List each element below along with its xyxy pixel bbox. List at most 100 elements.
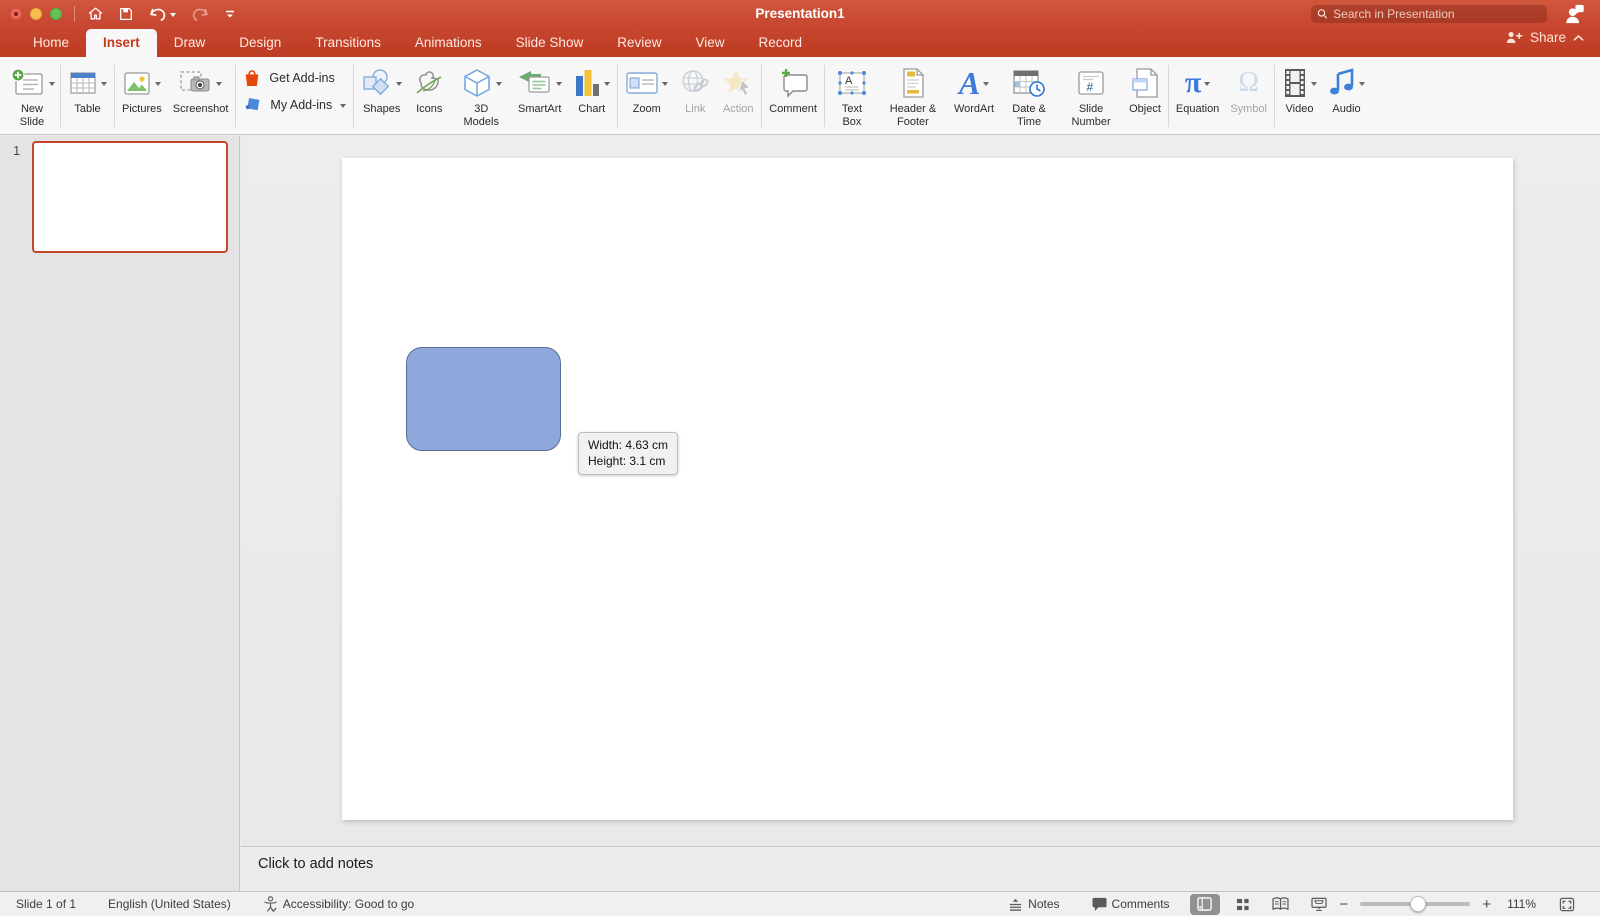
text-box-button[interactable]: A Text Box bbox=[832, 61, 872, 128]
comments-toggle[interactable]: Comments bbox=[1076, 897, 1186, 911]
tab-draw[interactable]: Draw bbox=[157, 29, 223, 57]
minimize-window-button[interactable] bbox=[30, 8, 42, 20]
audio-button[interactable]: Audio bbox=[1328, 61, 1365, 116]
comment-button[interactable]: Comment bbox=[769, 61, 817, 116]
chevron-up-icon[interactable] bbox=[1573, 34, 1584, 42]
link-icon bbox=[679, 68, 711, 98]
accessibility-icon bbox=[263, 896, 278, 912]
slide-sorter-view-button[interactable] bbox=[1228, 894, 1258, 915]
header-footer-button[interactable]: Header & Footer bbox=[883, 61, 943, 128]
titlebar-divider bbox=[74, 6, 75, 22]
zoom-button[interactable]: Zoom bbox=[625, 61, 668, 116]
shape-size-tooltip: Width: 4.63 cm Height: 3.1 cm bbox=[578, 432, 678, 475]
wordart-button[interactable]: A WordArt bbox=[954, 61, 994, 116]
equation-dropdown[interactable] bbox=[1204, 82, 1210, 86]
tab-animations[interactable]: Animations bbox=[398, 29, 499, 57]
chart-dropdown[interactable] bbox=[604, 82, 610, 86]
tab-record[interactable]: Record bbox=[742, 29, 820, 57]
undo-dropdown-caret[interactable] bbox=[170, 13, 176, 17]
normal-view-button[interactable] bbox=[1190, 894, 1220, 915]
notes-placeholder[interactable]: Click to add notes bbox=[258, 856, 373, 872]
search-input[interactable] bbox=[1333, 7, 1541, 21]
header-footer-icon bbox=[900, 67, 926, 99]
traffic-lights bbox=[10, 8, 62, 20]
customize-quick-access-icon[interactable] bbox=[224, 8, 236, 20]
normal-view-icon bbox=[1197, 897, 1212, 911]
zoom-dropdown[interactable] bbox=[662, 82, 668, 86]
slide-canvas[interactable]: Width: 4.63 cm Height: 3.1 cm bbox=[342, 158, 1513, 820]
shapes-dropdown[interactable] bbox=[396, 82, 402, 86]
notes-pane-icon bbox=[1008, 898, 1023, 911]
fit-slide-to-window-button[interactable] bbox=[1552, 894, 1582, 915]
reading-view-button[interactable] bbox=[1266, 894, 1296, 915]
share-button[interactable]: Share bbox=[1506, 30, 1584, 45]
screenshot-button[interactable]: Screenshot bbox=[173, 61, 229, 116]
shapes-icon bbox=[361, 68, 393, 98]
slide-number-button[interactable]: # Slide Number bbox=[1064, 61, 1118, 128]
undo-button[interactable] bbox=[148, 5, 176, 22]
video-dropdown[interactable] bbox=[1311, 82, 1317, 86]
tab-review[interactable]: Review bbox=[600, 29, 678, 57]
audio-dropdown[interactable] bbox=[1359, 82, 1365, 86]
new-slide-button[interactable]: New Slide bbox=[11, 61, 53, 128]
slide-1-thumbnail[interactable] bbox=[32, 141, 228, 253]
table-button[interactable]: Table bbox=[68, 61, 107, 116]
get-addins-button[interactable]: Get Add-ins bbox=[243, 68, 346, 87]
icons-button[interactable]: Icons bbox=[413, 61, 445, 116]
ribbon-tab-row: Home Insert Draw Design Transitions Anim… bbox=[0, 27, 1600, 57]
smartart-button[interactable]: SmartArt bbox=[517, 61, 562, 116]
search-box[interactable] bbox=[1311, 5, 1547, 23]
chart-button[interactable]: Chart bbox=[573, 61, 610, 116]
object-button[interactable]: Object bbox=[1129, 61, 1161, 116]
new-slide-icon bbox=[10, 68, 46, 98]
tooltip-width: Width: 4.63 cm bbox=[588, 438, 668, 454]
date-time-icon bbox=[1012, 68, 1046, 98]
tab-transitions[interactable]: Transitions bbox=[298, 29, 398, 57]
account-avatar-icon[interactable] bbox=[1563, 3, 1586, 30]
tab-view[interactable]: View bbox=[678, 29, 741, 57]
tab-slide-show[interactable]: Slide Show bbox=[499, 29, 601, 57]
pictures-button[interactable]: Pictures bbox=[122, 61, 162, 116]
audio-icon bbox=[1328, 68, 1356, 98]
equation-button[interactable]: π Equation bbox=[1176, 61, 1219, 116]
language-selector[interactable]: English (United States) bbox=[92, 897, 247, 911]
zoom-out-button[interactable]: − bbox=[1338, 896, 1351, 913]
video-button[interactable]: Video bbox=[1282, 61, 1317, 116]
share-label: Share bbox=[1530, 30, 1566, 45]
my-addins-button[interactable]: My Add-ins bbox=[243, 96, 346, 114]
shapes-button[interactable]: Shapes bbox=[361, 61, 402, 116]
3d-models-button[interactable]: 3D Models bbox=[456, 61, 506, 128]
accessibility-status[interactable]: Accessibility: Good to go bbox=[247, 896, 430, 912]
wordart-dropdown[interactable] bbox=[983, 82, 989, 86]
zoom-window-button[interactable] bbox=[50, 8, 62, 20]
video-icon bbox=[1282, 67, 1308, 99]
redo-button[interactable] bbox=[190, 5, 210, 22]
close-window-button[interactable] bbox=[10, 8, 22, 20]
zoom-slider[interactable] bbox=[1360, 902, 1470, 906]
screenshot-dropdown[interactable] bbox=[216, 82, 222, 86]
powerpoint-window: Presentation1 Home Insert Draw Design Tr… bbox=[0, 0, 1600, 916]
notes-toggle[interactable]: Notes bbox=[992, 897, 1075, 911]
tab-home[interactable]: Home bbox=[16, 29, 86, 57]
rounded-rectangle-shape[interactable] bbox=[406, 347, 561, 451]
new-slide-dropdown[interactable] bbox=[49, 82, 55, 86]
home-icon[interactable] bbox=[87, 5, 104, 22]
zoom-slider-thumb[interactable] bbox=[1410, 896, 1426, 912]
content-area: 1 Width: 4.63 cm Height: 3.1 cm Click to… bbox=[0, 136, 1600, 891]
tab-insert[interactable]: Insert bbox=[86, 29, 157, 57]
title-bar: Presentation1 bbox=[0, 0, 1600, 27]
my-addins-dropdown[interactable] bbox=[340, 104, 346, 108]
tab-design[interactable]: Design bbox=[222, 29, 298, 57]
3d-models-dropdown[interactable] bbox=[496, 82, 502, 86]
smartart-dropdown[interactable] bbox=[556, 82, 562, 86]
date-time-button[interactable]: Date & Time bbox=[1005, 61, 1053, 128]
zoom-level[interactable]: 111% bbox=[1493, 897, 1548, 911]
table-dropdown[interactable] bbox=[101, 82, 107, 86]
save-icon[interactable] bbox=[118, 6, 134, 22]
slide-thumbnail-panel: 1 bbox=[0, 136, 240, 891]
reading-view-icon bbox=[1272, 897, 1289, 911]
slideshow-view-button[interactable] bbox=[1304, 894, 1334, 915]
pictures-dropdown[interactable] bbox=[155, 82, 161, 86]
zoom-in-button[interactable]: + bbox=[1480, 896, 1493, 913]
notes-panel[interactable]: Click to add notes bbox=[241, 846, 1600, 891]
